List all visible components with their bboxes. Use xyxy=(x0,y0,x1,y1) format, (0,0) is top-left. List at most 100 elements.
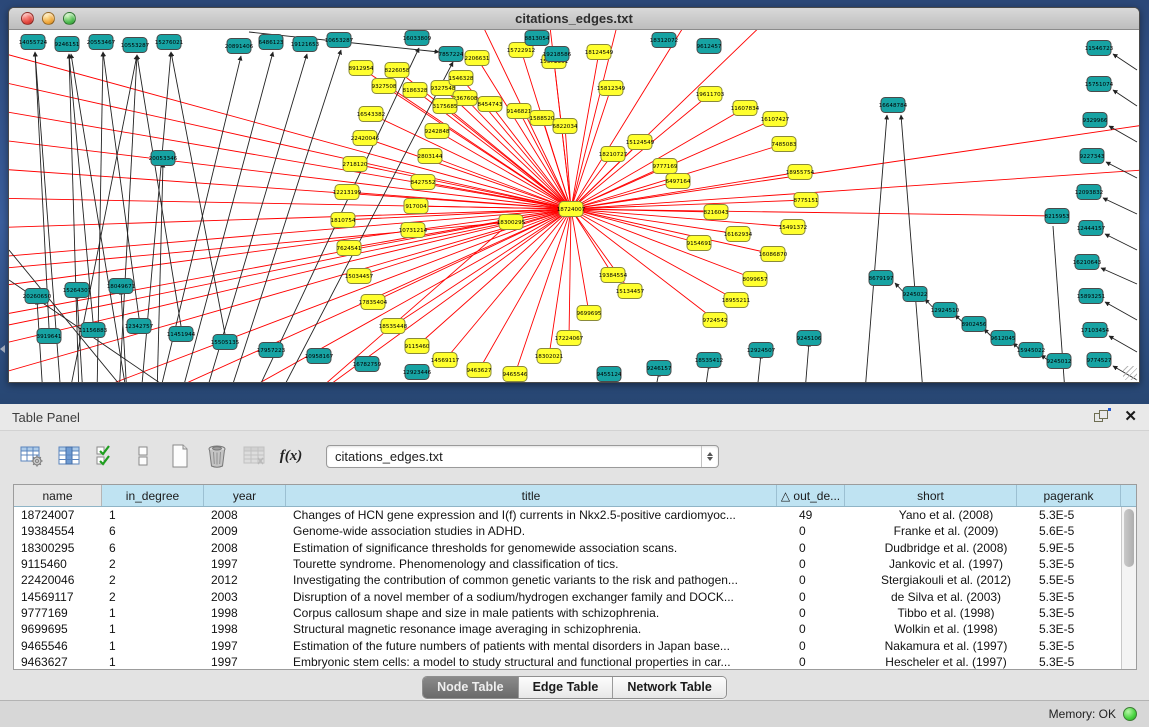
graph-node[interactable]: 10553287 xyxy=(121,38,150,53)
graph-node[interactable]: 18535412 xyxy=(695,353,723,368)
graph-node[interactable]: 11156883 xyxy=(79,323,108,338)
graph-node[interactable]: 9612457 xyxy=(697,39,722,54)
graph-node[interactable]: 8912954 xyxy=(349,61,374,76)
graph-node[interactable]: 8215953 xyxy=(1045,209,1070,224)
graph-node[interactable]: 11607834 xyxy=(731,101,760,116)
graph-node[interactable]: 18724007 xyxy=(557,202,586,217)
table-row[interactable]: 977716911998Corpus callosum shape and si… xyxy=(14,605,1136,621)
graph-node[interactable]: 9327508 xyxy=(372,79,397,94)
graph-node[interactable]: 9115460 xyxy=(405,339,430,354)
graph-node[interactable]: 15505135 xyxy=(211,335,240,350)
zoom-button[interactable] xyxy=(63,12,76,25)
graph-node[interactable]: 16033809 xyxy=(403,31,432,46)
show-columns-button[interactable] xyxy=(55,442,83,470)
close-panel-icon[interactable]: ✕ xyxy=(1124,410,1137,424)
graph-node[interactable]: 18049671 xyxy=(107,279,136,294)
graph-node[interactable]: 22420046 xyxy=(351,131,380,146)
graph-node[interactable]: 8186328 xyxy=(403,83,428,98)
graph-node[interactable]: 15751074 xyxy=(1085,77,1114,92)
graph-node[interactable]: 9329966 xyxy=(1083,113,1108,128)
graph-node[interactable]: 9699695 xyxy=(577,306,602,321)
graph-node[interactable]: 1588520 xyxy=(530,111,555,126)
graph-node[interactable]: 16162934 xyxy=(724,227,753,242)
scrollbar-thumb[interactable] xyxy=(1124,509,1134,567)
network-canvas[interactable]: 8912954822605893275088186328932754815463… xyxy=(9,30,1139,382)
graph-node[interactable]: 18300295 xyxy=(497,215,526,230)
graph-node[interactable]: 16543382 xyxy=(357,107,385,122)
graph-node[interactable]: 19611703 xyxy=(696,87,725,102)
tab-edge-table[interactable]: Edge Table xyxy=(519,677,614,698)
select-all-columns-button[interactable] xyxy=(92,442,120,470)
graph-node[interactable]: 16107427 xyxy=(761,112,790,127)
collapse-handle-icon[interactable] xyxy=(0,345,5,353)
graph-node[interactable]: 15276021 xyxy=(155,35,184,50)
table-row[interactable]: 946362711997Embryonic stem cells: a mode… xyxy=(14,654,1136,669)
column-header-out_de[interactable]: △ out_de... xyxy=(777,485,845,506)
graph-node[interactable]: 9455124 xyxy=(597,367,622,382)
graph-node[interactable]: 12213199 xyxy=(333,185,362,200)
graph-node[interactable]: 10958167 xyxy=(305,349,334,364)
graph-node[interactable]: 12924510 xyxy=(931,303,960,318)
graph-node[interactable]: 9246157 xyxy=(647,361,672,376)
table-row[interactable]: 1456911722003Disruption of a novel membe… xyxy=(14,588,1136,604)
graph-node[interactable]: 11546723 xyxy=(1085,41,1114,56)
graph-node[interactable]: 9246151 xyxy=(55,37,80,52)
float-panel-icon[interactable] xyxy=(1094,410,1110,424)
graph-node[interactable]: 19384554 xyxy=(599,268,628,283)
table-row[interactable]: 1872400712008Changes of HCN gene express… xyxy=(14,507,1136,523)
graph-node[interactable]: 3175685 xyxy=(433,99,458,114)
graph-node[interactable]: 3919641 xyxy=(37,329,62,344)
graph-node[interactable]: 7485083 xyxy=(772,137,797,152)
graph-node[interactable]: 20891406 xyxy=(225,39,254,54)
graph-node[interactable]: 9612045 xyxy=(991,331,1016,346)
table-row[interactable]: 2242004622012Investigating the contribut… xyxy=(14,572,1136,588)
graph-node[interactable]: 9774527 xyxy=(1087,353,1112,368)
resize-grip-icon[interactable] xyxy=(1123,366,1137,380)
column-header-short[interactable]: short xyxy=(845,485,1017,506)
tab-node-table[interactable]: Node Table xyxy=(423,677,518,698)
graph-node[interactable]: 12923446 xyxy=(403,365,432,380)
graph-node[interactable]: 12093832 xyxy=(1075,185,1103,200)
graph-node[interactable]: 20260650 xyxy=(23,289,52,304)
graph-node[interactable]: 2803144 xyxy=(418,149,443,164)
graph-node[interactable]: 9242848 xyxy=(425,124,450,139)
graph-node[interactable]: 18210727 xyxy=(599,147,628,162)
graph-node[interactable]: 11451944 xyxy=(167,327,196,342)
graph-node[interactable]: 6822034 xyxy=(553,119,578,134)
graph-node[interactable]: 8679197 xyxy=(869,271,894,286)
graph-node[interactable]: 917004 xyxy=(404,199,428,214)
graph-node[interactable]: 15491372 xyxy=(779,220,807,235)
graph-node[interactable]: 10653287 xyxy=(325,33,354,48)
graph-node[interactable]: 8813054 xyxy=(525,31,550,46)
column-header-in_degree[interactable]: in_degree xyxy=(102,485,204,506)
graph-node[interactable]: 2718120 xyxy=(343,157,368,172)
graph-node[interactable]: 18302021 xyxy=(535,349,564,364)
graph-node[interactable]: 6497164 xyxy=(666,174,691,189)
column-header-title[interactable]: title xyxy=(286,485,777,506)
graph-node[interactable]: 9245012 xyxy=(1047,354,1072,369)
graph-node[interactable]: 15812349 xyxy=(597,81,626,96)
graph-node[interactable]: 1546328 xyxy=(449,71,474,86)
graph-node[interactable]: 16210643 xyxy=(1073,255,1102,270)
table-row[interactable]: 1830029562008Estimation of significance … xyxy=(14,540,1136,556)
delete-columns-button[interactable] xyxy=(203,442,231,470)
graph-node[interactable]: 7857224 xyxy=(439,47,464,62)
delete-table-button[interactable] xyxy=(240,442,268,470)
graph-node[interactable]: 18124549 xyxy=(585,45,614,60)
table-scrollbar[interactable] xyxy=(1121,507,1136,669)
graph-node[interactable]: 9154691 xyxy=(687,236,712,251)
graph-node[interactable]: 18955211 xyxy=(722,293,751,308)
graph-node[interactable]: 12444157 xyxy=(1077,221,1106,236)
graph-node[interactable]: 14055724 xyxy=(19,35,48,50)
minimize-button[interactable] xyxy=(42,12,55,25)
graph-node[interactable]: 10731214 xyxy=(399,223,428,238)
graph-node[interactable]: 7624541 xyxy=(337,241,362,256)
graph-node[interactable]: 1810754 xyxy=(331,213,356,228)
graph-node[interactable]: 8216043 xyxy=(704,205,729,220)
graph-node[interactable]: 20553467 xyxy=(87,35,116,50)
graph-node[interactable]: 9724542 xyxy=(703,313,728,328)
graph-node[interactable]: 20053346 xyxy=(149,151,178,166)
table-row[interactable]: 946554611997Estimation of the future num… xyxy=(14,637,1136,653)
graph-node[interactable]: 9777169 xyxy=(653,159,678,174)
graph-node[interactable]: 18535448 xyxy=(379,319,408,334)
